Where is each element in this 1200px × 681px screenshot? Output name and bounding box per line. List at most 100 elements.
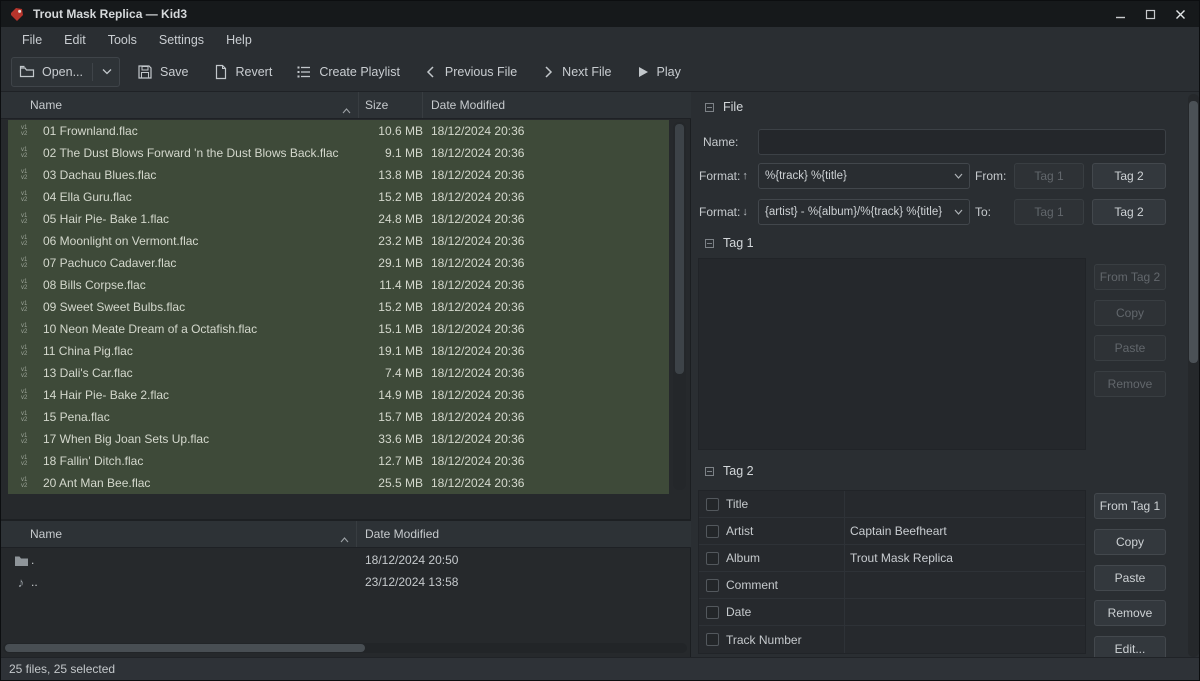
file-row[interactable]: 20 Ant Man Bee.flac 25.5 MB 18/12/2024 2… <box>1 472 669 494</box>
column-header-size[interactable]: Size <box>359 92 423 118</box>
file-name: 13 Dali's Car.flac <box>43 366 359 380</box>
file-row[interactable]: 11 China Pig.flac 19.1 MB 18/12/2024 20:… <box>1 340 669 362</box>
filename-to-tag2-button[interactable]: Tag 2 <box>1092 199 1166 225</box>
status-text: 25 files, 25 selected <box>9 662 115 676</box>
maximize-button[interactable] <box>1139 5 1161 23</box>
chevron-right-icon <box>541 65 555 79</box>
field-checkbox[interactable] <box>706 552 719 565</box>
collapse-icon[interactable] <box>705 239 714 248</box>
kid3-window: Trout Mask Replica — Kid3 File Edit Tool… <box>0 0 1200 681</box>
format-to-combobox[interactable]: {artist} - %{album}/%{track} %{title} <box>758 199 970 225</box>
sort-ascending-icon <box>342 103 351 117</box>
menu-help[interactable]: Help <box>215 30 263 50</box>
field-checkbox[interactable] <box>706 579 719 592</box>
minimize-button[interactable] <box>1109 5 1131 23</box>
play-button[interactable]: Play <box>629 59 688 85</box>
field-value[interactable] <box>844 572 1085 598</box>
filename-from-tag2-button[interactable]: Tag 2 <box>1092 163 1166 189</box>
tag1-paste-button[interactable]: Paste <box>1094 335 1166 361</box>
file-row[interactable]: 09 Sweet Sweet Bulbs.flac 15.2 MB 18/12/… <box>1 296 669 318</box>
dir-column-header-name[interactable]: Name <box>1 521 357 547</box>
file-row[interactable]: 03 Dachau Blues.flac 13.8 MB 18/12/2024 … <box>1 164 669 186</box>
tag1-remove-button[interactable]: Remove <box>1094 371 1166 397</box>
menu-tools[interactable]: Tools <box>97 30 148 50</box>
horizontal-scrollbar[interactable] <box>3 643 687 653</box>
field-value[interactable] <box>844 626 1085 653</box>
field-checkbox[interactable] <box>706 498 719 511</box>
collapse-icon[interactable] <box>705 103 714 112</box>
field-value[interactable]: Trout Mask Replica <box>844 545 1085 571</box>
file-row[interactable]: 18 Fallin' Ditch.flac 12.7 MB 18/12/2024… <box>1 450 669 472</box>
tag1-copy-button[interactable]: Copy <box>1094 300 1166 326</box>
file-row[interactable]: 01 Frownland.flac 10.6 MB 18/12/2024 20:… <box>1 120 669 142</box>
file-row[interactable]: 04 Ella Guru.flac 15.2 MB 18/12/2024 20:… <box>1 186 669 208</box>
file-name: 15 Pena.flac <box>43 410 359 424</box>
format-to-label: Format:↓ <box>699 199 748 225</box>
create-playlist-button[interactable]: Create Playlist <box>289 58 407 86</box>
menu-settings[interactable]: Settings <box>148 30 215 50</box>
file-name: 09 Sweet Sweet Bulbs.flac <box>43 300 359 314</box>
file-row[interactable]: 10 Neon Meate Dream of a Octafish.flac 1… <box>1 318 669 340</box>
file-section-header[interactable]: File <box>705 100 743 114</box>
field-checkbox[interactable] <box>706 633 719 646</box>
menu-edit[interactable]: Edit <box>53 30 97 50</box>
field-checkbox[interactable] <box>706 525 719 538</box>
tag-v1-v2-icon <box>21 191 37 203</box>
save-button[interactable]: Save <box>130 58 196 86</box>
file-row[interactable]: 08 Bills Corpse.flac 11.4 MB 18/12/2024 … <box>1 274 669 296</box>
column-header-date[interactable]: Date Modified <box>423 92 691 118</box>
file-row[interactable]: 17 When Big Joan Sets Up.flac 33.6 MB 18… <box>1 428 669 450</box>
next-file-button[interactable]: Next File <box>534 59 618 85</box>
file-row[interactable]: 07 Pachuco Cadaver.flac 29.1 MB 18/12/20… <box>1 252 669 274</box>
dir-name: .. <box>31 575 357 589</box>
dir-column-header-date[interactable]: Date Modified <box>357 521 691 547</box>
close-button[interactable] <box>1169 5 1191 23</box>
file-list-scrollbar-thumb[interactable] <box>675 124 684 374</box>
tag1-from-tag2-button[interactable]: From Tag 2 <box>1094 264 1166 290</box>
file-row[interactable]: 13 Dali's Car.flac 7.4 MB 18/12/2024 20:… <box>1 362 669 384</box>
file-row[interactable]: 06 Moonlight on Vermont.flac 23.2 MB 18/… <box>1 230 669 252</box>
file-modified: 18/12/2024 20:36 <box>423 168 669 182</box>
horizontal-scrollbar-thumb[interactable] <box>5 644 365 652</box>
field-checkbox[interactable] <box>706 606 719 619</box>
next-file-label: Next File <box>562 65 611 79</box>
file-size: 29.1 MB <box>359 256 423 270</box>
file-name: 05 Hair Pie- Bake 1.flac <box>43 212 359 226</box>
menu-file[interactable]: File <box>11 30 53 50</box>
format-from-value: %{track} %{title} <box>765 170 950 182</box>
tag2-remove-button[interactable]: Remove <box>1094 600 1166 626</box>
tag2-edit-button[interactable]: Edit... <box>1094 636 1166 659</box>
file-modified: 18/12/2024 20:36 <box>423 212 669 226</box>
filename-from-tag1-button[interactable]: Tag 1 <box>1014 163 1084 189</box>
file-row[interactable]: 05 Hair Pie- Bake 1.flac 24.8 MB 18/12/2… <box>1 208 669 230</box>
field-value[interactable]: Captain Beefheart <box>844 518 1085 544</box>
tag-panel-scrollbar[interactable] <box>1188 94 1199 657</box>
dir-row[interactable]: ♪ .. 23/12/2024 13:58 <box>1 571 691 593</box>
chevron-down-icon[interactable] <box>102 68 112 75</box>
tag2-copy-button[interactable]: Copy <box>1094 529 1166 555</box>
previous-file-button[interactable]: Previous File <box>417 59 524 85</box>
file-row[interactable]: 14 Hair Pie- Bake 2.flac 14.9 MB 18/12/2… <box>1 384 669 406</box>
field-value[interactable] <box>844 491 1085 517</box>
tag2-section-header[interactable]: Tag 2 <box>705 464 754 478</box>
column-header-name[interactable]: Name <box>1 92 359 118</box>
file-row[interactable]: 02 The Dust Blows Forward 'n the Dust Bl… <box>1 142 669 164</box>
field-value[interactable] <box>844 599 1085 625</box>
filename-input[interactable] <box>758 129 1166 155</box>
dir-row[interactable]: . 18/12/2024 20:50 <box>1 549 691 571</box>
tree-gutter <box>1 296 8 318</box>
tag2-paste-button[interactable]: Paste <box>1094 565 1166 591</box>
file-name: 06 Moonlight on Vermont.flac <box>43 234 359 248</box>
collapse-icon[interactable] <box>705 467 714 476</box>
tag2-from-tag1-button[interactable]: From Tag 1 <box>1094 493 1166 519</box>
filename-to-tag1-button[interactable]: Tag 1 <box>1014 199 1084 225</box>
tag-panel-scrollbar-thumb[interactable] <box>1189 101 1198 363</box>
file-row[interactable]: 15 Pena.flac 15.7 MB 18/12/2024 20:36 <box>1 406 669 428</box>
file-modified: 18/12/2024 20:36 <box>423 344 669 358</box>
file-list-scrollbar[interactable] <box>673 122 686 490</box>
format-from-combobox[interactable]: %{track} %{title} <box>758 163 970 189</box>
file-size: 15.2 MB <box>359 300 423 314</box>
tag1-section-header[interactable]: Tag 1 <box>705 236 754 250</box>
revert-button[interactable]: Revert <box>206 58 280 86</box>
open-button[interactable]: Open... <box>11 57 120 87</box>
